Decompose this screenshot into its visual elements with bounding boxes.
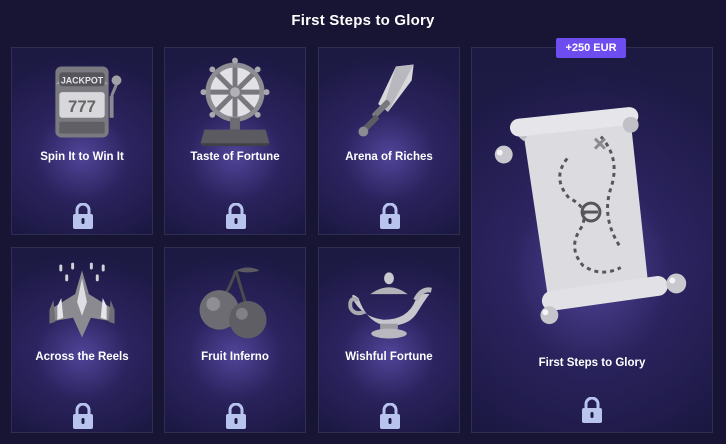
treasure-map-scroll-icon <box>494 107 687 325</box>
lock-icon <box>380 403 400 429</box>
mission-card-across-the-reels[interactable]: Across the Reels <box>11 247 153 433</box>
svg-text:777: 777 <box>68 97 96 116</box>
mission-card-arena-of-riches[interactable]: Arena of Riches <box>318 47 460 235</box>
mission-card-taste-of-fortune[interactable]: Taste of Fortune <box>164 47 306 235</box>
reward-badge: +250 EUR <box>556 38 626 58</box>
card-label: Arena of Riches <box>345 151 433 163</box>
lock-icon <box>226 203 246 229</box>
mission-card-fruit-inferno[interactable]: Fruit Inferno <box>164 247 306 433</box>
lock-icon <box>73 203 93 229</box>
card-label: Across the Reels <box>35 351 129 363</box>
card-label: First Steps to Glory <box>538 357 646 369</box>
card-label: Taste of Fortune <box>190 151 280 163</box>
mission-card-wishful-fortune[interactable]: Wishful Fortune <box>318 247 460 433</box>
magic-lamp-icon <box>348 272 432 339</box>
wheel-of-fortune-icon <box>200 57 270 146</box>
lock-icon <box>582 397 602 423</box>
card-label: Fruit Inferno <box>201 351 269 363</box>
slot-machine-icon: JACKPOT 777 <box>55 66 122 138</box>
card-label: Wishful Fortune <box>345 351 433 363</box>
spaceship-icon <box>49 262 115 338</box>
lock-icon <box>226 403 246 429</box>
cherries-icon <box>199 267 267 339</box>
lock-icon <box>73 403 93 429</box>
lock-icon <box>380 203 400 229</box>
mission-card-first-steps-to-glory[interactable]: First Steps to Glory <box>471 47 713 433</box>
sword-icon <box>358 64 414 137</box>
mission-card-spin-it-to-win-it[interactable]: JACKPOT 777 Spin It to Win It <box>11 47 153 235</box>
card-label: Spin It to Win It <box>40 151 124 163</box>
svg-text:JACKPOT: JACKPOT <box>61 75 104 85</box>
page-title: First Steps to Glory <box>291 12 435 29</box>
